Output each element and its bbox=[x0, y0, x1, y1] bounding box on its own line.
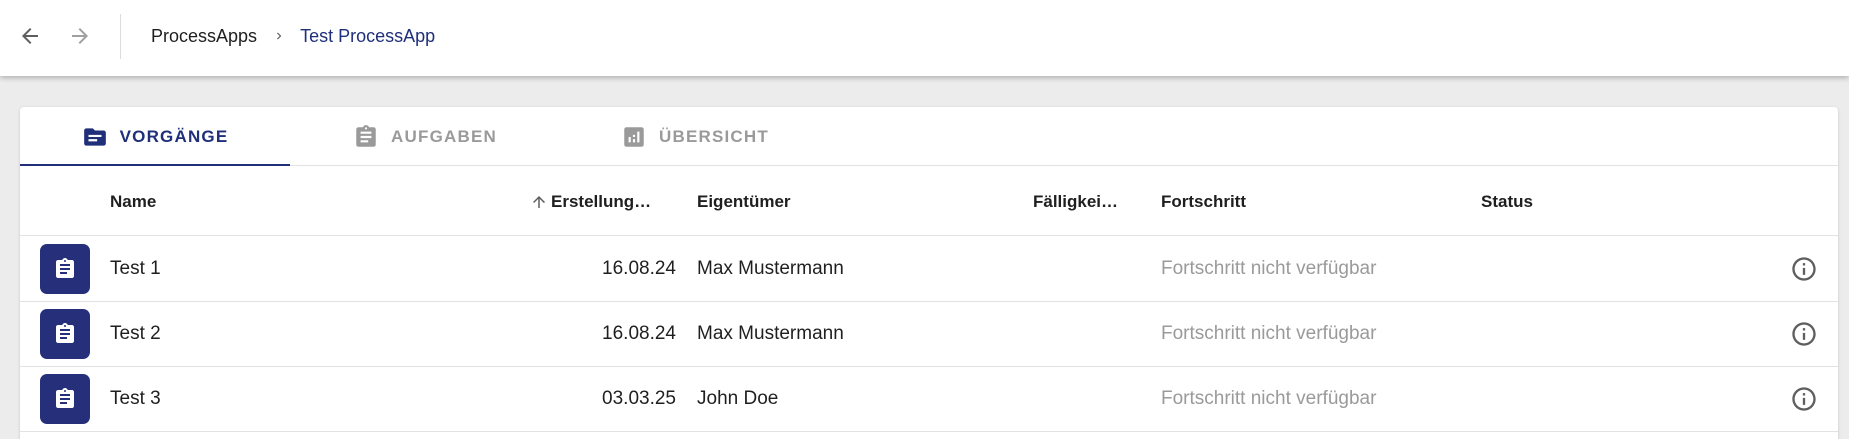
info-button[interactable] bbox=[1790, 320, 1818, 348]
cell-progress: Fortschritt nicht verfügbar bbox=[1161, 323, 1377, 344]
arrow-up-icon bbox=[530, 193, 548, 211]
tab-bar: VORGÄNGE AUFGABEN ÜBERSICHT bbox=[20, 107, 1838, 166]
cell-created: 16.08.24 bbox=[602, 323, 676, 344]
tab-label: AUFGABEN bbox=[391, 126, 497, 146]
info-button[interactable] bbox=[1790, 385, 1818, 413]
cell-created: 16.08.24 bbox=[602, 258, 676, 279]
cell-owner: Max Mustermann bbox=[697, 258, 844, 279]
breadcrumb-item-current[interactable]: Test ProcessApp bbox=[300, 26, 435, 47]
clipboard-icon bbox=[40, 244, 90, 294]
tab-vorgaenge[interactable]: VORGÄNGE bbox=[20, 107, 290, 166]
process-list-card: VORGÄNGE AUFGABEN ÜBERSICHT Name Erstell… bbox=[20, 107, 1838, 439]
active-tab-indicator bbox=[20, 164, 290, 166]
arrow-right-icon bbox=[72, 28, 88, 44]
table-header: Name Erstellung… Eigentümer Fälligkei… F… bbox=[20, 167, 1838, 236]
column-header-progress[interactable]: Fortschritt bbox=[1161, 167, 1246, 236]
cell-owner: John Doe bbox=[697, 388, 779, 409]
back-button[interactable] bbox=[12, 18, 48, 54]
cell-name: Test 2 bbox=[110, 323, 161, 344]
forward-button[interactable] bbox=[62, 18, 98, 54]
column-header-status[interactable]: Status bbox=[1481, 167, 1533, 236]
table-row[interactable]: Test 1 16.08.24 Max Mustermann Fortschri… bbox=[20, 237, 1838, 302]
clipboard-icon bbox=[40, 309, 90, 359]
column-header-due[interactable]: Fälligkei… bbox=[1033, 167, 1118, 236]
cell-name: Test 3 bbox=[110, 388, 161, 409]
breadcrumb-item-processapps[interactable]: ProcessApps bbox=[151, 26, 257, 47]
tab-aufgaben[interactable]: AUFGABEN bbox=[290, 107, 560, 166]
info-circle-icon bbox=[1792, 387, 1816, 411]
info-circle-icon bbox=[1792, 257, 1816, 281]
bar-chart-icon bbox=[621, 124, 647, 150]
column-header-created-label: Erstellung… bbox=[551, 191, 652, 211]
table-row[interactable]: Test 3 03.03.25 John Doe Fortschritt nic… bbox=[20, 367, 1838, 432]
clipboard-icon bbox=[353, 124, 379, 150]
top-bar: ProcessApps Test ProcessApp bbox=[0, 0, 1849, 76]
cell-owner: Max Mustermann bbox=[697, 323, 844, 344]
tab-uebersicht[interactable]: ÜBERSICHT bbox=[560, 107, 830, 166]
chevron-right-icon bbox=[272, 29, 286, 43]
tab-label: VORGÄNGE bbox=[119, 126, 229, 146]
cell-progress: Fortschritt nicht verfügbar bbox=[1161, 388, 1377, 409]
info-button[interactable] bbox=[1790, 255, 1818, 283]
column-header-created[interactable]: Erstellung… bbox=[530, 167, 651, 236]
cell-created: 03.03.25 bbox=[602, 388, 676, 409]
column-header-name[interactable]: Name bbox=[110, 167, 156, 236]
cell-progress: Fortschritt nicht verfügbar bbox=[1161, 258, 1377, 279]
header-divider bbox=[120, 14, 121, 59]
arrow-left-icon bbox=[22, 28, 38, 44]
folder-icon bbox=[82, 124, 108, 150]
table-row[interactable]: Test 2 16.08.24 Max Mustermann Fortschri… bbox=[20, 302, 1838, 367]
clipboard-icon bbox=[40, 374, 90, 424]
breadcrumb: ProcessApps Test ProcessApp bbox=[151, 24, 435, 48]
column-header-owner[interactable]: Eigentümer bbox=[697, 167, 791, 236]
info-circle-icon bbox=[1792, 322, 1816, 346]
cell-name: Test 1 bbox=[110, 258, 161, 279]
tab-label: ÜBERSICHT bbox=[659, 126, 769, 146]
